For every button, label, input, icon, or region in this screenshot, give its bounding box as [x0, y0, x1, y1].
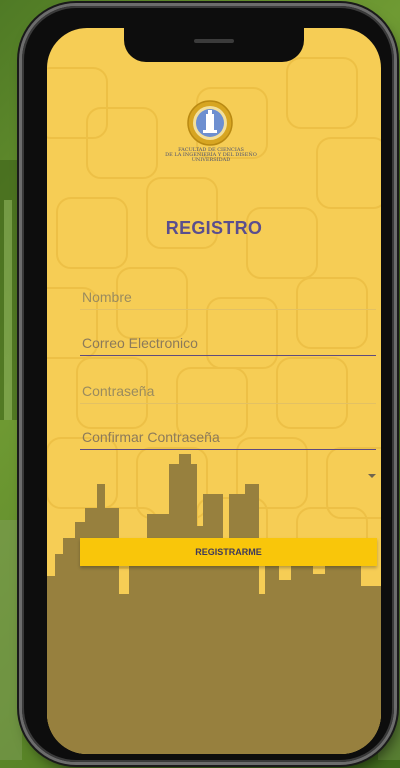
page-title: REGISTRO [165, 218, 263, 238]
password-input[interactable] [80, 383, 380, 399]
confirm-password-input[interactable] [80, 429, 380, 445]
app-screen: FACULTAD DE CIENCIAS DE LA INGENIERÍA Y … [47, 28, 381, 754]
university-seal-icon [187, 100, 233, 146]
city-skyline-silhouette [47, 454, 381, 754]
logo-caption: FACULTAD DE CIENCIAS DE LA INGENIERÍA Y … [159, 148, 263, 163]
email-field [80, 326, 380, 356]
phone-notch [124, 28, 304, 62]
password-field [80, 374, 380, 404]
phone-frame: FACULTAD DE CIENCIAS DE LA INGENIERÍA Y … [22, 6, 394, 762]
caret-down-icon[interactable] [368, 474, 376, 478]
name-field [80, 280, 380, 310]
dropdown-select[interactable] [80, 468, 376, 492]
logo-caption-line-3: UNIVERSIDAD [191, 157, 231, 163]
speaker-grille [194, 39, 234, 43]
email-input[interactable] [80, 335, 380, 351]
name-input[interactable] [80, 289, 380, 305]
register-button[interactable]: REGISTRARME [80, 538, 377, 566]
confirm-password-field [80, 420, 380, 450]
